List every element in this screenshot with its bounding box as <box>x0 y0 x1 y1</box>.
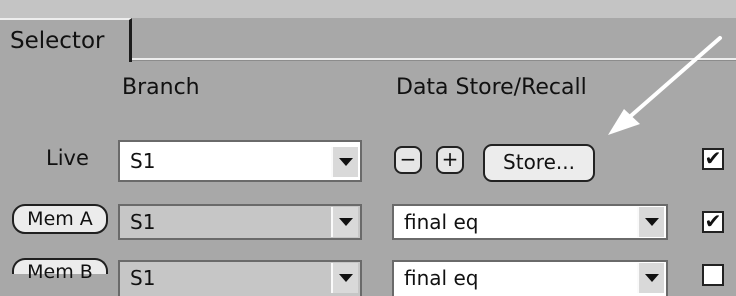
annotation-arrow-icon <box>608 36 722 135</box>
